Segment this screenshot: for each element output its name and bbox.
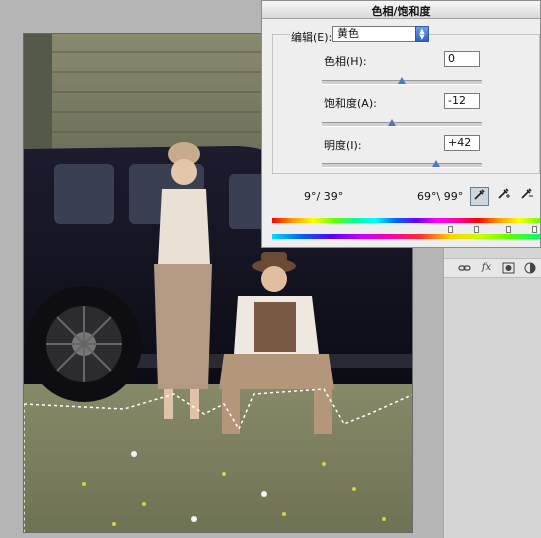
adjustment-icon[interactable] bbox=[524, 262, 537, 274]
layers-toolbar: fx bbox=[444, 258, 541, 278]
lightness-slider[interactable] bbox=[322, 163, 482, 168]
adjustment-group bbox=[272, 34, 540, 174]
layers-panel: fx bbox=[443, 248, 541, 538]
hue-saturation-dialog: 色相/饱和度 编辑(E): 黄色 ▲ ▼ 色相(H): 0 饱和度(A): -12… bbox=[261, 0, 541, 248]
saturation-input[interactable]: -12 bbox=[444, 93, 480, 109]
link-icon[interactable] bbox=[458, 262, 471, 274]
saturation-slider-thumb[interactable] bbox=[388, 119, 397, 126]
saturation-label: 饱和度(A): bbox=[324, 97, 377, 110]
hue-label: 色相(H): bbox=[324, 55, 367, 68]
eyedropper-minus-icon[interactable] bbox=[517, 187, 536, 206]
dialog-title: 色相/饱和度 bbox=[371, 5, 431, 18]
lightness-label: 明度(I): bbox=[324, 139, 362, 152]
saturation-slider[interactable] bbox=[322, 122, 482, 127]
fx-icon[interactable]: fx bbox=[480, 262, 493, 274]
lightness-input[interactable]: +42 bbox=[444, 135, 480, 151]
hue-slider-thumb[interactable] bbox=[398, 77, 406, 84]
eyedropper-icon[interactable] bbox=[470, 187, 489, 206]
range-right-readout: 69°\ 99° bbox=[417, 190, 464, 203]
input-color-bar bbox=[272, 218, 540, 223]
dialog-titlebar[interactable]: 色相/饱和度 bbox=[262, 1, 540, 19]
mask-icon[interactable] bbox=[502, 262, 515, 274]
range-handle-mid-right[interactable] bbox=[506, 226, 511, 233]
output-color-bar bbox=[272, 234, 540, 239]
edit-channel-select[interactable]: 黄色 ▲ ▼ bbox=[332, 26, 429, 42]
range-left-readout: 9°/ 39° bbox=[304, 190, 344, 203]
select-arrows-icon: ▲ ▼ bbox=[415, 26, 429, 42]
edit-channel-value: 黄色 bbox=[337, 27, 359, 40]
edit-label: 编辑(E): bbox=[290, 29, 334, 45]
range-handle-left[interactable] bbox=[448, 226, 453, 233]
eyedropper-plus-icon[interactable] bbox=[494, 187, 513, 206]
range-handle-right[interactable] bbox=[532, 226, 537, 233]
hue-input[interactable]: 0 bbox=[444, 51, 480, 67]
range-handle-mid-left[interactable] bbox=[474, 226, 479, 233]
lightness-slider-thumb[interactable] bbox=[431, 160, 440, 167]
